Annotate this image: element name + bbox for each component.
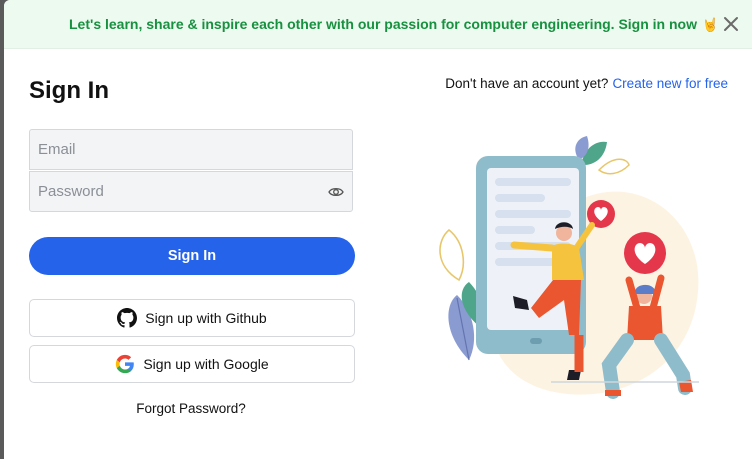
eye-icon[interactable] — [328, 185, 344, 199]
google-signup-button[interactable]: Sign up with Google — [29, 345, 355, 383]
welcome-banner: Let's learn, share & inspire each other … — [4, 0, 752, 49]
social-media-illustration — [439, 136, 699, 399]
password-field[interactable] — [30, 172, 352, 211]
close-icon[interactable] — [721, 14, 741, 34]
page-title: Sign In — [29, 77, 109, 104]
banner-message: Let's learn, share & inspire each other … — [69, 16, 718, 33]
signup-prompt: Don't have an account yet? Create new for… — [445, 76, 728, 91]
banner-text: Let's learn, share & inspire each other … — [69, 16, 697, 32]
github-signup-button[interactable]: Sign up with Github — [29, 299, 355, 337]
github-icon — [117, 308, 138, 328]
forgot-password-link[interactable]: Forgot Password? — [4, 401, 378, 416]
email-field-wrapper — [29, 129, 353, 170]
google-button-label: Sign up with Google — [143, 356, 269, 372]
password-field-wrapper — [29, 171, 353, 212]
google-icon — [116, 354, 135, 374]
email-field[interactable] — [30, 130, 352, 169]
sign-in-button[interactable]: Sign In — [29, 237, 355, 275]
create-account-link[interactable]: Create new for free — [612, 76, 728, 91]
sign-in-modal: Let's learn, share & inspire each other … — [4, 0, 752, 459]
signup-prompt-text: Don't have an account yet? — [445, 76, 609, 91]
github-button-label: Sign up with Github — [145, 310, 267, 326]
rock-hand-emoji: 🤘 — [702, 17, 719, 32]
